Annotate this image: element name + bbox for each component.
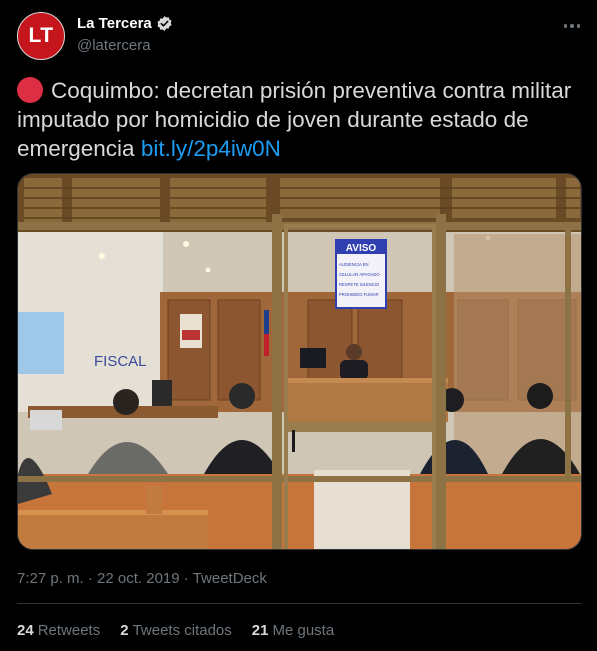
aviso-sign-line-1: AUDIENCIA EN	[339, 262, 369, 267]
aviso-sign-line-3: RESPETE SILENCIO	[339, 282, 380, 287]
fiscal-wall-label: FISCAL	[94, 353, 147, 370]
aviso-sign-title: AVISO	[346, 243, 377, 254]
more-options-icon[interactable]	[558, 12, 586, 40]
red-circle-icon	[17, 77, 43, 103]
tweet-photo[interactable]: FISCAL AVISO AUDIENCIA EN CELULAR APAGAD…	[17, 173, 582, 550]
retweets-count: 24	[17, 622, 34, 639]
quote-tweets-count: 2	[120, 622, 129, 639]
tweet-meta: 7:27 p. m. · 22 oct. 2019 · TweetDeck	[17, 570, 267, 587]
tweet-text-container: Coquimbo: decretan prisión preventiva co…	[17, 76, 582, 163]
quote-tweets-label: Tweets citados	[132, 622, 232, 639]
tweet: LT La Tercera @latercera Coquimbo: decre…	[0, 0, 597, 651]
tweet-time[interactable]: 7:27 p. m.	[17, 570, 84, 587]
meta-separator-2: ·	[183, 570, 189, 587]
likes-count: 21	[251, 622, 269, 639]
author-name-row: La Tercera	[77, 15, 173, 32]
avatar-initials: LT	[28, 24, 54, 47]
likes-stat[interactable]: 21 Me gusta	[252, 622, 334, 639]
retweets-label: Retweets	[37, 622, 101, 639]
tweet-link[interactable]: bit.ly/2p4iw0N	[141, 136, 281, 161]
avatar[interactable]: LT	[17, 12, 65, 60]
verified-badge-icon	[156, 15, 173, 32]
aviso-sign-line-2: CELULAR APAGADO	[339, 272, 380, 277]
tweet-text: Coquimbo: decretan prisión preventiva co…	[17, 78, 572, 161]
tweet-stats: 24 Retweets 2 Tweets citados 21 Me gusta	[17, 622, 354, 639]
likes-label: Me gusta	[272, 622, 335, 639]
meta-separator-1: ·	[87, 570, 93, 587]
divider	[17, 603, 582, 604]
aviso-sign-line-4: PROHIBIDO FUMAR	[339, 292, 379, 297]
tweet-date[interactable]: 22 oct. 2019	[97, 570, 180, 587]
quote-tweets-stat[interactable]: 2 Tweets citados	[120, 622, 232, 639]
tweet-source[interactable]: TweetDeck	[193, 570, 267, 587]
retweets-stat[interactable]: 24 Retweets	[17, 622, 100, 639]
display-name[interactable]: La Tercera	[77, 15, 152, 32]
handle[interactable]: @latercera	[77, 37, 151, 54]
